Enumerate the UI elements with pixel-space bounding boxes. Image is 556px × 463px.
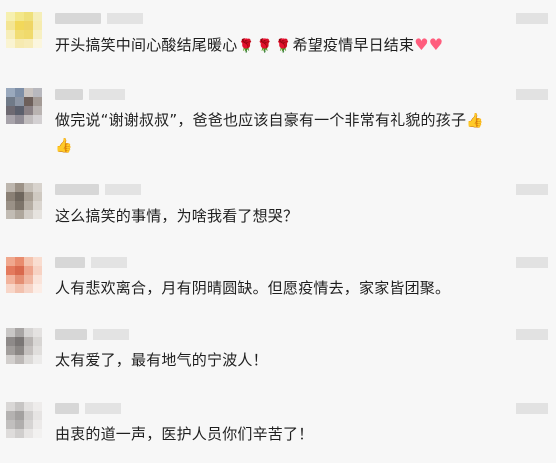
heart-icon: ♥ [428,35,444,54]
comment-text: 太有爱了，最有地气的宁波人！ [55,351,268,369]
thumbs-up-icon: 👍 [466,113,484,129]
like-count[interactable] [516,184,548,195]
avatar[interactable] [6,12,42,48]
comment-text: 这么搞笑的事情，为啥我看了想哭？ [55,207,299,225]
comment-text: 做完说“谢谢叔叔”，爸爸也应该自豪有一个非常有礼貌的孩子👍 👍 [55,111,484,154]
heart-icon: ♥ [414,35,429,54]
thumbs-up-icon: 👍 [55,138,73,154]
username [55,89,125,100]
avatar[interactable] [6,257,42,293]
avatar[interactable] [6,88,42,124]
like-count[interactable] [516,13,548,24]
comment-text: 人有悲欢离合，月有阴晴圆缺。但愿疫情去，家家皆团聚。 [55,279,451,297]
username [55,257,127,268]
avatar[interactable] [6,328,42,364]
rose-icon: 🌹 [238,39,255,54]
comment-text: 由衷的道一声，医护人员你们辛苦了！ [55,425,314,443]
like-count[interactable] [516,329,548,340]
avatar[interactable] [6,183,42,219]
comment-text: 开头搞笑中间心酸结尾暖心🌹 🌹 🌹希望疫情早日结束♥♥ [55,35,444,54]
like-count[interactable] [516,89,548,100]
like-count[interactable] [516,257,548,268]
rose-icon: 🌹 [256,39,274,54]
rose-icon: 🌹 [275,39,292,54]
like-count[interactable] [516,403,548,414]
avatar[interactable] [6,402,42,438]
username [55,329,129,340]
username [55,184,141,195]
username [55,13,143,24]
username [55,403,121,414]
